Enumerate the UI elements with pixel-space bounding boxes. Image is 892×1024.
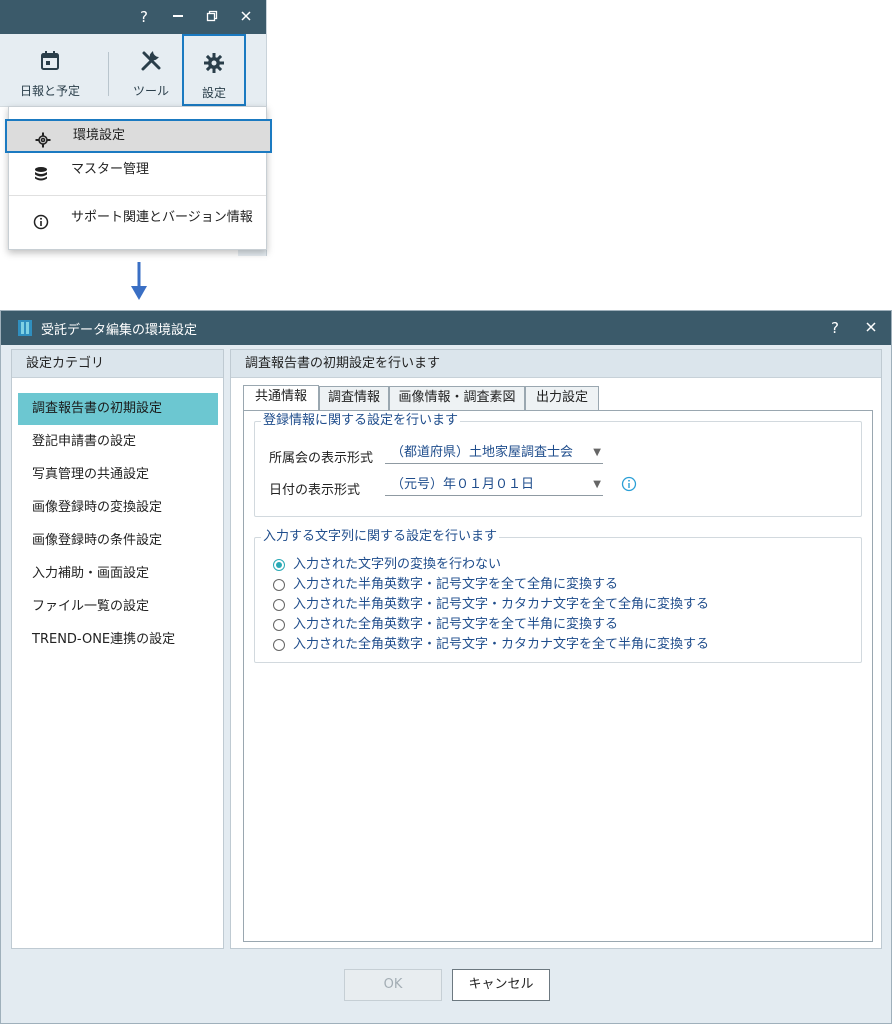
- category-item[interactable]: 登記申請書の設定: [18, 426, 218, 458]
- menu-item-label: 環境設定: [73, 128, 126, 143]
- menu-item-environment-settings[interactable]: 環境設定: [5, 119, 272, 153]
- date-format-value: （元号）年０１月０１日: [391, 477, 535, 492]
- chevron-down-icon: ▼: [593, 479, 601, 490]
- down-arrow-icon: [131, 262, 147, 300]
- category-item[interactable]: 入力補助・画面設定: [18, 558, 218, 590]
- affiliation-label: 所属会の表示形式: [269, 451, 374, 466]
- radio-checked-icon: [273, 559, 285, 571]
- settings-button[interactable]: 設定: [182, 34, 246, 106]
- option-label: 入力された半角英数字・記号文字・カタカナ文字を全て全角に変換する: [293, 597, 710, 612]
- info-icon: [33, 210, 49, 230]
- tools-icon: [120, 50, 182, 80]
- radio-icon: [273, 579, 285, 591]
- group-title: 登録情報に関する設定を行います: [261, 413, 461, 429]
- tools-label: ツール: [132, 84, 169, 98]
- environment-settings-dialog: 受託データ編集の環境設定 ? 設定カテゴリ 調査報告書の初期設定 登記申請書の設…: [0, 310, 892, 1024]
- ribbon: 日報と予定 ツール 設定: [0, 34, 266, 106]
- category-item[interactable]: 画像登録時の条件設定: [18, 525, 218, 557]
- string-conversion-group: 入力する文字列に関する設定を行います 入力された文字列の変換を行わない 入力され…: [254, 529, 862, 663]
- group-title: 入力する文字列に関する設定を行います: [261, 529, 500, 545]
- cancel-button[interactable]: キャンセル: [452, 969, 550, 1001]
- date-format-label: 日付の表示形式: [269, 483, 361, 498]
- restore-icon: [206, 10, 218, 22]
- app-logo-icon: [18, 320, 32, 336]
- close-icon: [866, 322, 876, 332]
- settings-menu: 環境設定 マスター管理 サポート関連とバージョン情報: [5, 106, 272, 250]
- dialog-help-button[interactable]: ?: [825, 317, 845, 339]
- gear-icon: [184, 52, 244, 82]
- app-titlebar: ?: [0, 0, 266, 34]
- option-label: 入力された全角英数字・記号文字を全て半角に変換する: [293, 617, 619, 632]
- dialog-close-button[interactable]: [861, 317, 881, 339]
- help-button[interactable]: ?: [134, 6, 154, 28]
- minimize-icon: [173, 15, 183, 17]
- menu-item-label: サポート関連とバージョン情報: [71, 210, 253, 225]
- tab-common-info[interactable]: 共通情報: [243, 385, 319, 411]
- settings-panel: 調査報告書の初期設定を行います 共通情報 調査情報 画像情報・調査素図 出力設定…: [230, 349, 882, 949]
- tab-content: 登録情報に関する設定を行います 所属会の表示形式 （都道府県）土地家屋調査士会 …: [243, 410, 873, 942]
- tools-button[interactable]: ツール: [120, 40, 182, 102]
- menu-item-label: マスター管理: [71, 162, 150, 177]
- dialog-footer: OK キャンセル: [1, 957, 891, 1023]
- affiliation-select[interactable]: （都道府県）土地家屋調査士会 ▼: [385, 442, 603, 464]
- option-label: 入力された半角英数字・記号文字を全て全角に変換する: [293, 577, 619, 592]
- category-item[interactable]: ファイル一覧の設定: [18, 591, 218, 623]
- radio-icon: [273, 639, 285, 651]
- category-item[interactable]: TREND-ONE連携の設定: [18, 624, 218, 656]
- settings-label: 設定: [201, 86, 226, 100]
- daily-report-label: 日報と予定: [19, 84, 80, 98]
- close-button[interactable]: [236, 6, 256, 28]
- settings-header: 調査報告書の初期設定を行います: [231, 350, 881, 378]
- category-item[interactable]: 写真管理の共通設定: [18, 459, 218, 491]
- category-item[interactable]: 画像登録時の変換設定: [18, 492, 218, 524]
- gear-small-icon: [35, 128, 51, 148]
- menu-item-master-management[interactable]: マスター管理: [9, 153, 266, 187]
- radio-icon: [273, 599, 285, 611]
- affiliation-value: （都道府県）土地家屋調査士会: [391, 445, 574, 460]
- menu-item-support-version[interactable]: サポート関連とバージョン情報: [9, 201, 266, 235]
- dialog-title: 受託データ編集の環境設定: [41, 323, 198, 338]
- daily-report-button[interactable]: 日報と予定: [10, 40, 90, 102]
- registration-group: 登録情報に関する設定を行います 所属会の表示形式 （都道府県）土地家屋調査士会 …: [254, 413, 862, 517]
- ok-button[interactable]: OK: [344, 969, 442, 1001]
- category-item[interactable]: 調査報告書の初期設定: [18, 393, 218, 425]
- menu-separator: [9, 195, 266, 196]
- minimize-button[interactable]: [168, 6, 188, 28]
- close-icon: [241, 11, 251, 21]
- calendar-icon: [10, 50, 90, 80]
- option-label: 入力された文字列の変換を行わない: [293, 557, 502, 572]
- tab-image-info[interactable]: 画像情報・調査素図: [389, 386, 525, 410]
- chevron-down-icon: ▼: [593, 447, 601, 458]
- dialog-titlebar: 受託データ編集の環境設定 ?: [1, 311, 891, 345]
- option-label: 入力された全角英数字・記号文字・カタカナ文字を全て半角に変換する: [293, 637, 710, 652]
- category-header: 設定カテゴリ: [12, 350, 223, 378]
- tab-output-settings[interactable]: 出力設定: [525, 386, 599, 410]
- app-window-snippet: ? 日報と予定 ツール 設定 環境設定 マスター管理 サポート関連とバージョン情…: [0, 0, 272, 257]
- info-icon[interactable]: [621, 476, 637, 492]
- database-icon: [33, 162, 49, 181]
- tab-survey-info[interactable]: 調査情報: [319, 386, 389, 410]
- restore-button[interactable]: [202, 6, 222, 28]
- date-format-select[interactable]: （元号）年０１月０１日 ▼: [385, 474, 603, 496]
- ribbon-separator: [108, 52, 109, 96]
- radio-icon: [273, 619, 285, 631]
- category-panel: 設定カテゴリ 調査報告書の初期設定 登記申請書の設定 写真管理の共通設定 画像登…: [11, 349, 224, 949]
